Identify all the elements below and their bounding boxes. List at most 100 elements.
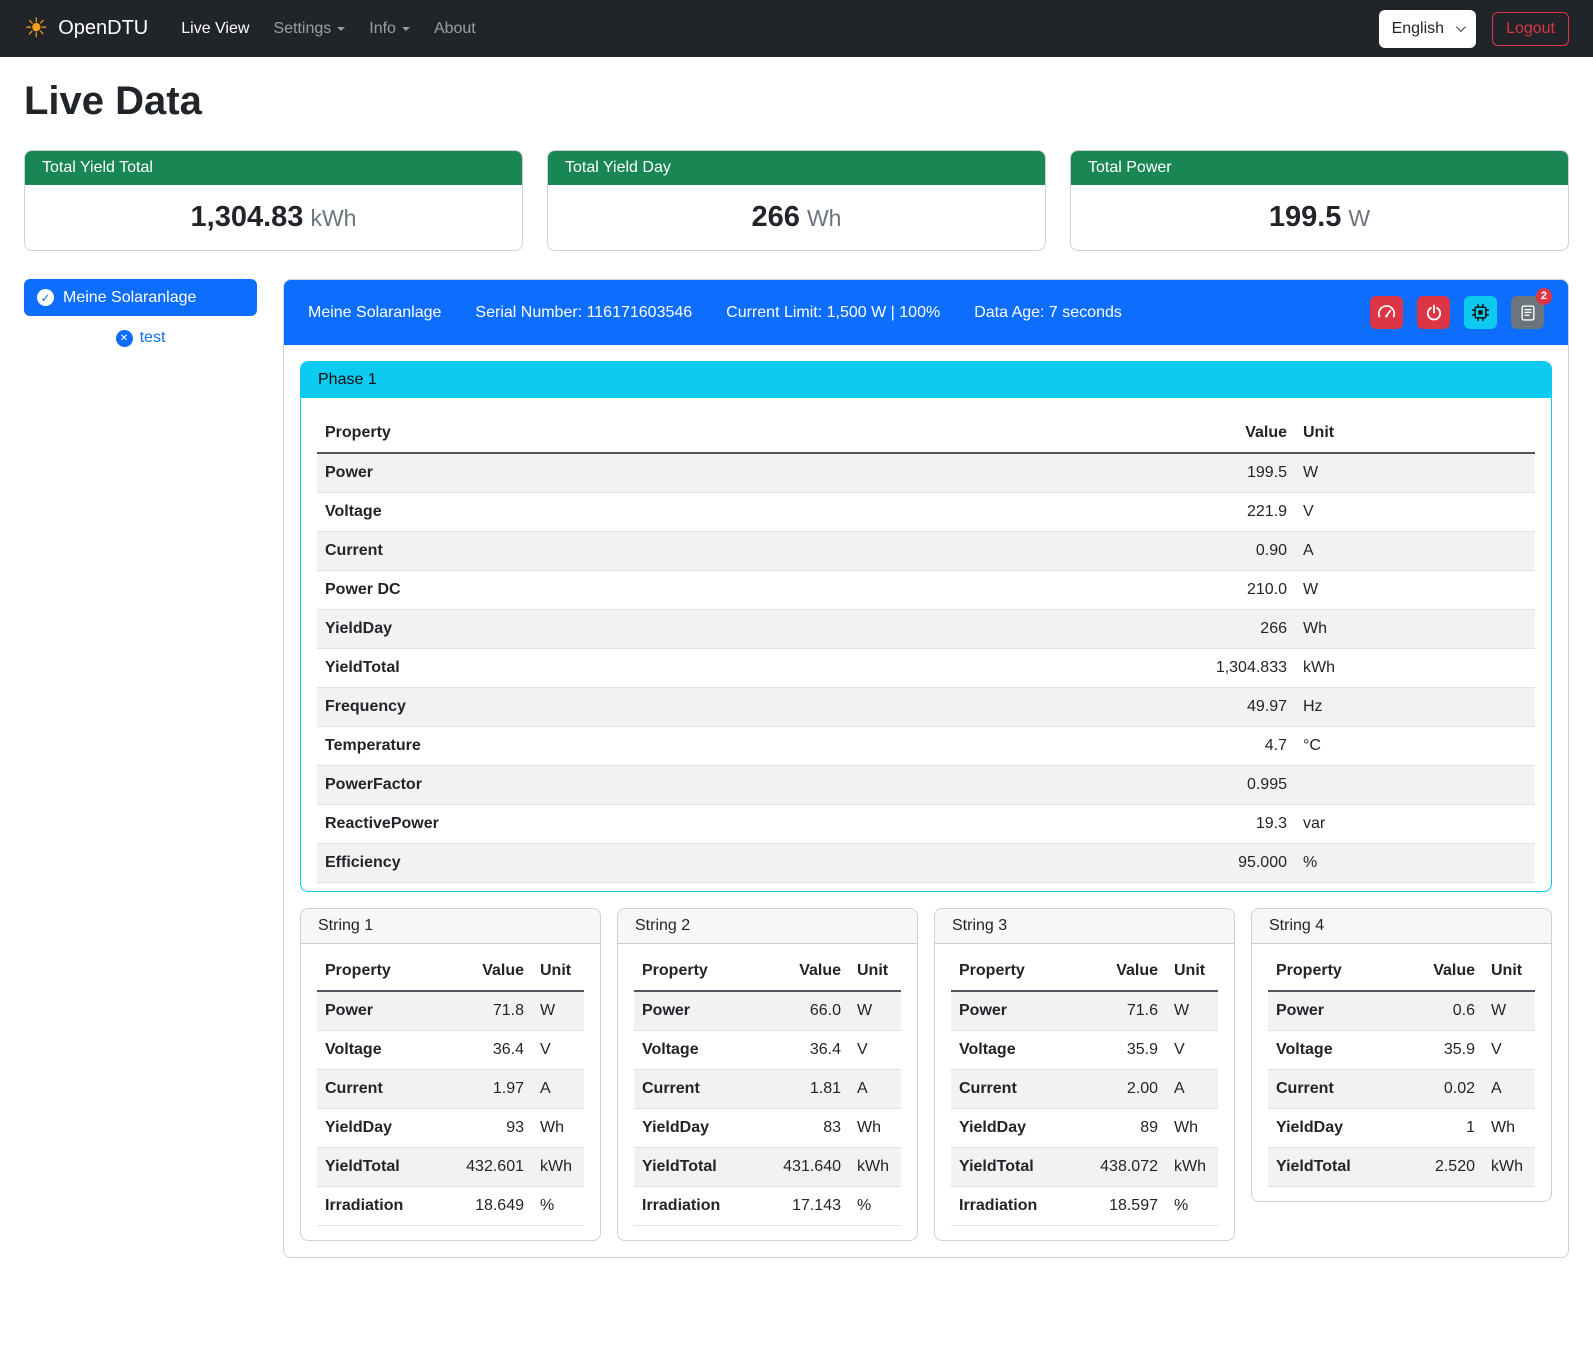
power-icon	[1425, 304, 1443, 322]
property-cell: Current	[951, 1070, 1090, 1109]
value-cell: 1.97	[456, 1070, 532, 1109]
inverter-name: Meine Solaranlage	[308, 304, 441, 322]
column-header-value: Value	[1170, 414, 1295, 453]
string-title: String 3	[935, 909, 1234, 944]
table-row: Power199.5W	[317, 453, 1535, 493]
page-title: Live Data	[24, 79, 1569, 124]
property-cell: Irradiation	[634, 1187, 773, 1226]
value-cell: 71.8	[456, 991, 532, 1031]
unit-cell: V	[849, 1031, 901, 1070]
value-cell: 1,304.833	[1170, 649, 1295, 688]
inverter-current-limit: Current Limit: 1,500 W | 100%	[726, 304, 940, 322]
property-cell: YieldDay	[317, 610, 1170, 649]
table-header-row: Property Value Unit	[634, 952, 901, 991]
nav-item-live-view[interactable]: Live View	[172, 12, 258, 46]
logout-button[interactable]: Logout	[1492, 12, 1569, 46]
inverter-select-button-active[interactable]: ✓ Meine Solaranlage	[24, 279, 257, 316]
nav-item-settings[interactable]: Settings	[264, 12, 354, 46]
journal-icon	[1519, 304, 1537, 322]
power-button[interactable]	[1417, 296, 1450, 329]
card-body: 266 Wh	[548, 185, 1045, 250]
table-row: Voltage221.9V	[317, 493, 1535, 532]
value-cell: 199.5	[1170, 453, 1295, 493]
property-cell: Current	[634, 1070, 773, 1109]
unit-cell: %	[532, 1187, 584, 1226]
value-cell: 49.97	[1170, 688, 1295, 727]
unit-cell: Wh	[1295, 610, 1535, 649]
unit-cell: W	[1295, 453, 1535, 493]
column-header-property: Property	[317, 414, 1170, 453]
unit-cell: Wh	[1166, 1109, 1218, 1148]
property-cell: Irradiation	[317, 1187, 456, 1226]
nav-item-info-label: Info	[369, 20, 396, 38]
nav-item-about[interactable]: About	[425, 12, 485, 46]
table-row: YieldDay93Wh	[317, 1109, 584, 1148]
nav-item-info[interactable]: Info	[360, 12, 419, 46]
string-card-body: Property Value Unit Power0.6WVoltage35.9…	[1252, 944, 1551, 1201]
property-cell: Power	[634, 991, 773, 1031]
string-card-2: String 2 Property Value Unit	[617, 908, 918, 1241]
limit-settings-button[interactable]	[1370, 296, 1403, 329]
property-cell: ReactivePower	[317, 805, 1170, 844]
inverter-data-age: Data Age: 7 seconds	[974, 304, 1122, 322]
card-value: 266	[752, 201, 800, 233]
value-cell: 221.9	[1170, 493, 1295, 532]
unit-cell: kWh	[1295, 649, 1535, 688]
chevron-down-icon	[402, 27, 410, 31]
unit-cell: V	[532, 1031, 584, 1070]
property-cell: Power	[317, 991, 456, 1031]
inverter-action-buttons: 2	[1370, 296, 1544, 329]
column-header-value: Value	[1090, 952, 1166, 991]
property-cell: Current	[317, 532, 1170, 571]
table-header-row: Property Value Unit	[317, 952, 584, 991]
card-value: 199.5	[1269, 201, 1342, 233]
column-header-value: Value	[456, 952, 532, 991]
table-row: Irradiation18.649%	[317, 1187, 584, 1226]
table-row: Power DC210.0W	[317, 571, 1535, 610]
value-cell: 19.3	[1170, 805, 1295, 844]
card-unit: Wh	[807, 205, 842, 231]
gauge-icon	[1377, 303, 1396, 322]
table-row: Power71.6W	[951, 991, 1218, 1031]
unit-cell: °C	[1295, 727, 1535, 766]
inverter-select-test[interactable]: ✕ test	[24, 329, 257, 347]
property-cell: YieldDay	[1268, 1109, 1407, 1148]
table-row: Current1.81A	[634, 1070, 901, 1109]
card-total-yield-day: Total Yield Day 266Wh	[547, 150, 1046, 251]
value-cell: 35.9	[1090, 1031, 1166, 1070]
table-row: YieldTotal1,304.833kWh	[317, 649, 1535, 688]
check-circle-icon: ✓	[37, 289, 54, 306]
summary-cards-row: Total Yield Total 1,304.83kWh Total Yiel…	[24, 150, 1569, 251]
value-cell: 1	[1407, 1109, 1483, 1148]
device-info-button[interactable]	[1464, 296, 1497, 329]
language-select[interactable]: English	[1379, 10, 1476, 48]
phase-table: Property Value Unit Power199.5WVoltage22…	[317, 414, 1535, 883]
value-cell: 0.90	[1170, 532, 1295, 571]
value-cell: 432.601	[456, 1148, 532, 1187]
unit-cell: Wh	[849, 1109, 901, 1148]
value-cell: 66.0	[773, 991, 849, 1031]
property-cell: YieldDay	[634, 1109, 773, 1148]
property-cell: Power	[951, 991, 1090, 1031]
unit-cell: Hz	[1295, 688, 1535, 727]
event-log-button[interactable]: 2	[1511, 296, 1544, 329]
string-title: String 2	[618, 909, 917, 944]
property-cell: Power	[317, 453, 1170, 493]
value-cell: 1.81	[773, 1070, 849, 1109]
property-cell: YieldTotal	[317, 1148, 456, 1187]
column-header-property: Property	[951, 952, 1090, 991]
brand-text: OpenDTU	[58, 17, 148, 40]
x-circle-icon: ✕	[116, 330, 133, 347]
value-cell: 266	[1170, 610, 1295, 649]
table-row: YieldTotal438.072kWh	[951, 1148, 1218, 1187]
property-cell: YieldTotal	[634, 1148, 773, 1187]
property-cell: Voltage	[317, 1031, 456, 1070]
table-row: Voltage35.9V	[1268, 1031, 1535, 1070]
unit-cell: A	[849, 1070, 901, 1109]
value-cell: 83	[773, 1109, 849, 1148]
value-cell: 2.520	[1407, 1148, 1483, 1187]
unit-cell: W	[1166, 991, 1218, 1031]
brand-link[interactable]: ☀ OpenDTU	[24, 15, 148, 42]
string-title: String 4	[1252, 909, 1551, 944]
unit-cell: %	[849, 1187, 901, 1226]
